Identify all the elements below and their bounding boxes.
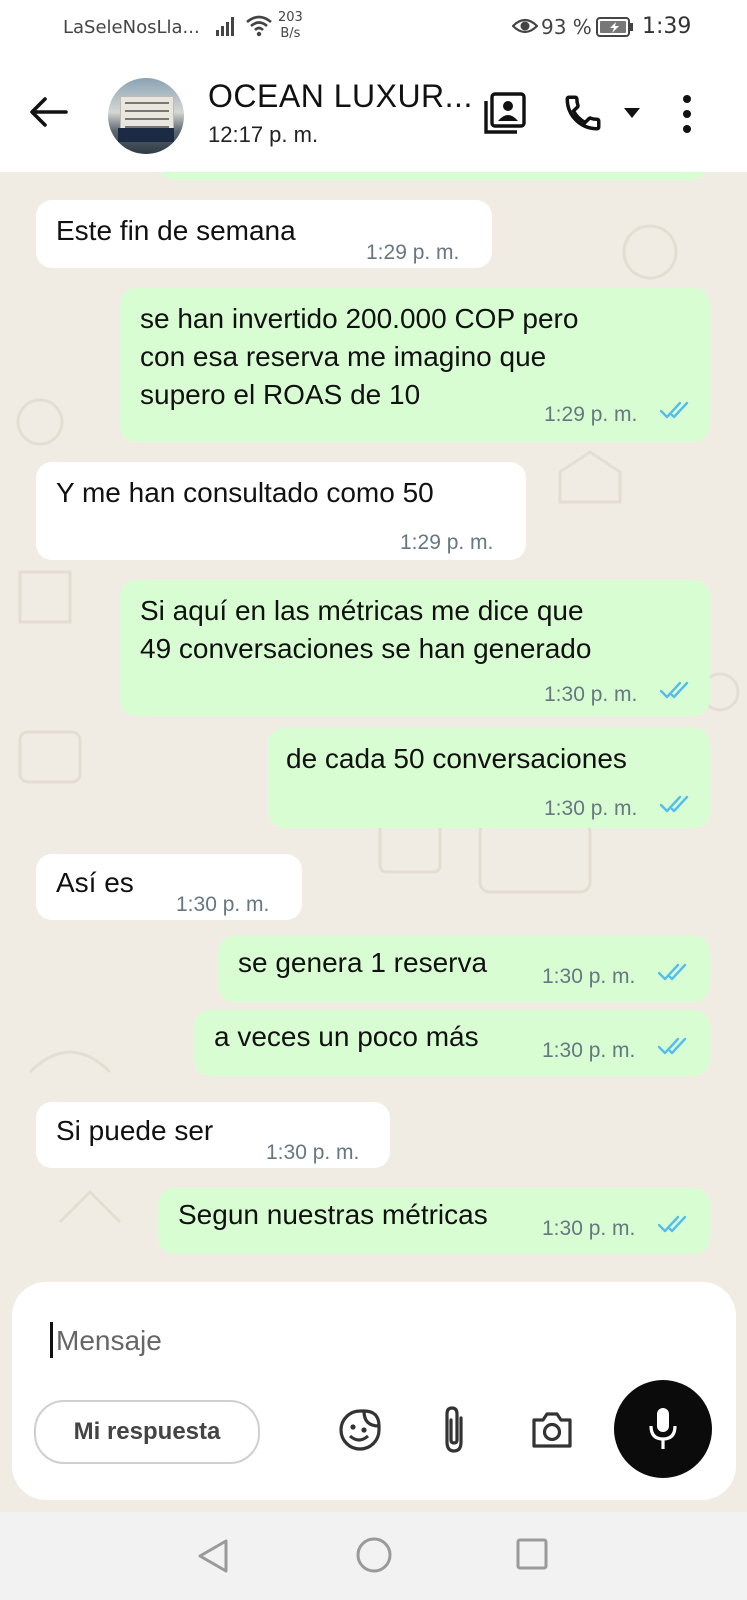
reply-chip[interactable]: Mi respuesta bbox=[34, 1400, 260, 1464]
carrier-label: LaSeleNosLla... bbox=[63, 17, 200, 38]
message-time: 1:29 p. m. bbox=[400, 531, 494, 554]
text-caret bbox=[50, 1322, 53, 1358]
read-ticks-icon bbox=[658, 963, 687, 981]
message-time: 1:30 p. m. bbox=[542, 1217, 636, 1240]
chat-area[interactable]: Este fin de semana 1:29 p. m. se han inv… bbox=[0, 172, 747, 1272]
message-time: 1:30 p. m. bbox=[176, 893, 270, 916]
read-ticks-icon bbox=[660, 795, 689, 813]
nav-recents-icon[interactable] bbox=[515, 1537, 549, 1571]
camera-icon[interactable] bbox=[530, 1410, 574, 1450]
message-outgoing[interactable]: Si aquí en las métricas me dice que 49 c… bbox=[120, 580, 710, 716]
message-outgoing[interactable]: Segun nuestras métricas 1:30 p. m. bbox=[158, 1188, 710, 1254]
network-speed: 203 B/s bbox=[278, 10, 303, 42]
back-arrow-icon[interactable] bbox=[28, 96, 68, 128]
message-outgoing[interactable]: se genera 1 reserva 1:30 p. m. bbox=[218, 936, 710, 1002]
message-line: supero el ROAS de 10 bbox=[140, 379, 421, 410]
message-time: 1:30 p. m. bbox=[544, 683, 638, 706]
message-time: 1:30 p. m. bbox=[544, 797, 638, 820]
phone-icon[interactable] bbox=[562, 92, 604, 134]
signal-icon bbox=[216, 17, 234, 36]
nav-home-icon[interactable] bbox=[355, 1536, 393, 1574]
battery-icon bbox=[596, 17, 633, 37]
message-incoming[interactable]: Y me han consultado como 50 1:29 p. m. bbox=[36, 462, 526, 560]
message-outgoing[interactable]: de cada 50 conversaciones 1:30 p. m. bbox=[268, 728, 710, 828]
chat-header: OCEAN LUXUR... 12:17 p. m. bbox=[0, 56, 747, 172]
message-text: de cada 50 conversaciones bbox=[286, 743, 627, 774]
paperclip-icon[interactable] bbox=[440, 1404, 468, 1456]
message-input[interactable] bbox=[54, 1318, 618, 1364]
message-incoming[interactable]: Así es 1:30 p. m. bbox=[36, 854, 302, 920]
microphone-icon bbox=[649, 1408, 677, 1449]
status-bar: LaSeleNosLla... 203 B/s 93 % 1:39 bbox=[0, 0, 747, 56]
read-ticks-icon bbox=[660, 401, 689, 419]
message-line: con esa reserva me imagino que bbox=[140, 341, 547, 372]
message-text: a veces un poco más bbox=[214, 1021, 479, 1052]
clock: 1:39 bbox=[642, 14, 692, 39]
message-line: se han invertido 200.000 COP pero bbox=[140, 303, 579, 334]
eye-icon bbox=[512, 18, 538, 34]
battery-percent: 93 % bbox=[541, 15, 592, 39]
message-outgoing[interactable]: se han invertido 200.000 COP pero con es… bbox=[120, 288, 710, 442]
message-time: 1:30 p. m. bbox=[542, 1039, 636, 1062]
message-time: 1:29 p. m. bbox=[544, 403, 638, 426]
dropdown-icon[interactable] bbox=[622, 106, 642, 120]
message-incoming[interactable]: Este fin de semana 1:29 p. m. bbox=[36, 200, 492, 268]
sticker-icon[interactable] bbox=[338, 1408, 382, 1452]
message-text: Segun nuestras métricas bbox=[178, 1199, 488, 1230]
message-text: Así es bbox=[56, 867, 134, 898]
message-time: 1:30 p. m. bbox=[266, 1141, 360, 1164]
message-text: se genera 1 reserva bbox=[238, 947, 488, 978]
network-speed-unit: B/s bbox=[280, 26, 301, 41]
read-ticks-icon bbox=[658, 1037, 687, 1055]
read-ticks-icon bbox=[660, 681, 689, 699]
message-outgoing[interactable]: a veces un poco más 1:30 p. m. bbox=[194, 1010, 710, 1076]
message-composer: Mi respuesta bbox=[12, 1282, 736, 1500]
message-incoming[interactable]: Si puede ser 1:30 p. m. bbox=[36, 1102, 390, 1168]
message-line: Si aquí en las métricas me dice que bbox=[140, 595, 584, 626]
contact-card-icon[interactable] bbox=[484, 92, 526, 134]
message-line: 49 conversaciones se han generado bbox=[140, 633, 592, 664]
contact-avatar[interactable] bbox=[108, 78, 184, 154]
avatar-sign-image bbox=[118, 128, 174, 142]
network-speed-value: 203 bbox=[278, 10, 303, 25]
message-time: 1:29 p. m. bbox=[366, 241, 460, 264]
message-text: Este fin de semana bbox=[56, 215, 296, 246]
contact-name[interactable]: OCEAN LUXUR... bbox=[208, 78, 473, 115]
message-bubble-partial[interactable] bbox=[160, 172, 706, 180]
microphone-button[interactable] bbox=[614, 1380, 712, 1478]
read-ticks-icon bbox=[658, 1215, 687, 1233]
last-seen: 12:17 p. m. bbox=[208, 122, 319, 147]
system-nav-bar bbox=[0, 1512, 747, 1600]
more-options-icon[interactable] bbox=[680, 94, 694, 134]
nav-back-icon[interactable] bbox=[196, 1538, 230, 1574]
wifi-icon bbox=[246, 15, 272, 37]
message-text: Si puede ser bbox=[56, 1115, 214, 1146]
message-time: 1:30 p. m. bbox=[542, 965, 636, 988]
message-text: Y me han consultado como 50 bbox=[56, 477, 434, 508]
